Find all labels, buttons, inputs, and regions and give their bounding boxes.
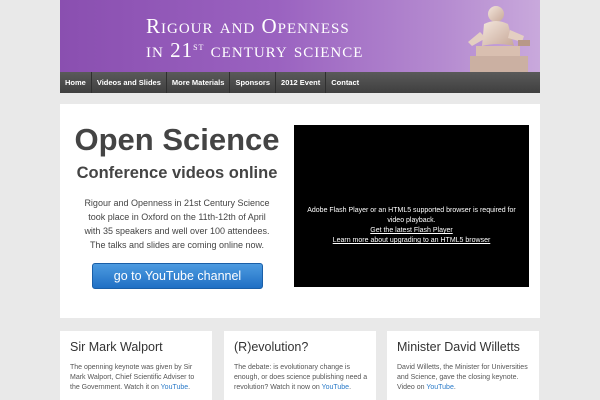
- card-mark-walport: Sir Mark Walport The openning keynote wa…: [60, 331, 212, 400]
- site-banner: Rigour and Openness in 21st century scie…: [60, 0, 540, 72]
- card-text-body: David Willetts, the Minister for Univers…: [397, 364, 528, 391]
- flash-player-link[interactable]: Get the latest Flash Player: [300, 226, 523, 236]
- site-title-line2-post: century science: [204, 38, 364, 62]
- card-text: The debate: is evolutionary change is en…: [234, 363, 368, 393]
- youtube-link[interactable]: YouTube: [426, 384, 454, 391]
- nav-sponsors[interactable]: Sponsors: [230, 72, 277, 93]
- site-title-line1: Rigour and Openness: [146, 14, 350, 38]
- card-david-willetts: Minister David Willetts David Willetts, …: [387, 331, 539, 400]
- youtube-link[interactable]: YouTube: [322, 384, 350, 391]
- hero-panel: Open Science Conference videos online Ri…: [60, 104, 540, 318]
- player-message: Adobe Flash Player or an HTML5 supported…: [307, 207, 516, 224]
- video-player[interactable]: Adobe Flash Player or an HTML5 supported…: [294, 125, 529, 287]
- nav-contact[interactable]: Contact: [326, 72, 364, 93]
- main-nav: Home Videos and Slides More Materials Sp…: [60, 72, 540, 93]
- card-text-tail: .: [188, 384, 191, 391]
- html5-browser-link[interactable]: Learn more about upgrading to an HTML5 b…: [300, 236, 523, 246]
- site-title-line2: in 21st century science: [146, 37, 363, 61]
- nav-home[interactable]: Home: [60, 72, 92, 93]
- hero-subtitle: Conference videos online: [76, 164, 278, 182]
- card-text: The openning keynote was given by Sir Ma…: [70, 363, 204, 393]
- site-title[interactable]: Rigour and Openness in 21st century scie…: [146, 16, 363, 61]
- card-revolution: (R)evolution? The debate: is evolutionar…: [224, 331, 376, 400]
- youtube-link[interactable]: YouTube: [161, 384, 189, 391]
- youtube-channel-button[interactable]: go to YouTube channel: [92, 263, 263, 289]
- nav-more-materials[interactable]: More Materials: [167, 72, 231, 93]
- card-text: David Willetts, the Minister for Univers…: [397, 363, 531, 393]
- player-message-block: Adobe Flash Player or an HTML5 supported…: [300, 206, 523, 246]
- site-title-line2-pre: in 21: [146, 38, 194, 62]
- hero-description: Rigour and Openness in 21st Century Scie…: [84, 198, 270, 250]
- statue-image: [468, 6, 530, 72]
- site-title-sup: st: [193, 41, 205, 53]
- card-title: (R)evolution?: [234, 340, 309, 354]
- nav-2012-event[interactable]: 2012 Event: [276, 72, 327, 93]
- card-title: Sir Mark Walport: [70, 340, 163, 354]
- hero-title: Open Science: [74, 122, 280, 157]
- card-text-tail: .: [349, 384, 352, 391]
- card-text-tail: .: [453, 384, 456, 391]
- card-title: Minister David Willetts: [397, 340, 520, 354]
- nav-videos-and-slides[interactable]: Videos and Slides: [92, 72, 167, 93]
